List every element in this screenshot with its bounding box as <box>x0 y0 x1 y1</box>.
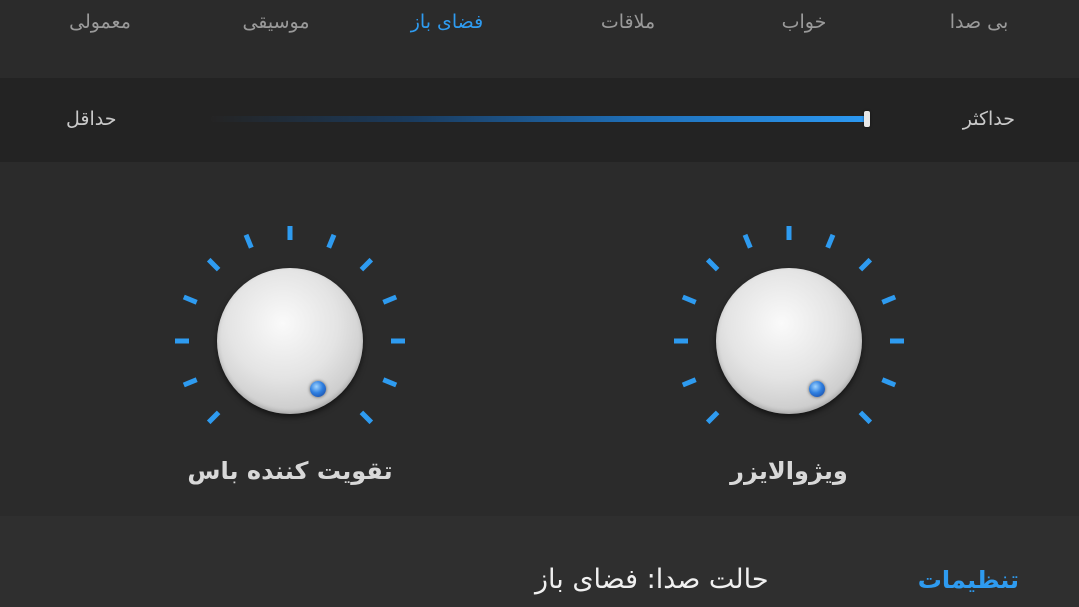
dial-tick <box>705 257 720 272</box>
dial-tick <box>742 233 753 249</box>
dial-tick <box>858 257 873 272</box>
bass-boost-label: تقویت کننده باس <box>187 457 393 485</box>
knob-indicator-dot <box>310 381 326 397</box>
min-label: حداقل <box>66 108 117 130</box>
tab-outdoor[interactable]: فضای باز <box>372 7 522 37</box>
dial-tick <box>705 410 720 425</box>
dial-tick <box>182 294 198 305</box>
dial-tick <box>382 377 398 388</box>
max-label: حداکثر <box>962 108 1015 130</box>
dial-tick <box>881 294 897 305</box>
strength-slider-fill <box>211 116 867 122</box>
dial-tick <box>681 377 697 388</box>
knob-panel: تقویت کننده باس ویژوالایزر <box>0 162 1079 516</box>
visualizer-label: ویژوالایزر <box>730 457 848 485</box>
preset-tabs: بی صدا خواب ملاقات فضای باز موسیقی معمول… <box>0 0 1079 78</box>
sound-mode-status: حالت صدا: فضای باز <box>535 564 769 595</box>
settings-button[interactable]: تنظیمات <box>918 563 1019 597</box>
strength-slider-thumb[interactable] <box>864 111 870 127</box>
dial-tick <box>206 257 221 272</box>
bass-boost-knob-group <box>170 210 410 450</box>
dial-tick <box>858 410 873 425</box>
dial-tick <box>382 294 398 305</box>
sound-profile-screen: بی صدا خواب ملاقات فضای باز موسیقی معمول… <box>0 0 1079 607</box>
dial-tick <box>359 410 374 425</box>
dial-tick <box>825 233 836 249</box>
dial-tick <box>182 377 198 388</box>
dial-tick <box>326 233 337 249</box>
tab-meeting[interactable]: ملاقات <box>553 7 703 37</box>
strength-slider[interactable] <box>211 111 870 127</box>
dial-tick <box>206 410 221 425</box>
dial-tick <box>359 257 374 272</box>
tab-silent[interactable]: بی صدا <box>904 7 1054 37</box>
strength-bar: حداقل حداکثر <box>0 78 1079 162</box>
dial-tick <box>881 377 897 388</box>
tab-sleep[interactable]: خواب <box>729 7 879 37</box>
tab-normal[interactable]: معمولی <box>25 7 175 37</box>
visualizer-knob[interactable] <box>716 268 862 414</box>
dial-tick <box>681 294 697 305</box>
bottom-bar: حالت صدا: فضای باز تنظیمات <box>0 516 1079 607</box>
tab-music[interactable]: موسیقی <box>201 7 351 37</box>
bass-boost-knob[interactable] <box>217 268 363 414</box>
visualizer-knob-group <box>669 210 909 450</box>
dial-tick <box>243 233 254 249</box>
knob-indicator-dot <box>809 381 825 397</box>
